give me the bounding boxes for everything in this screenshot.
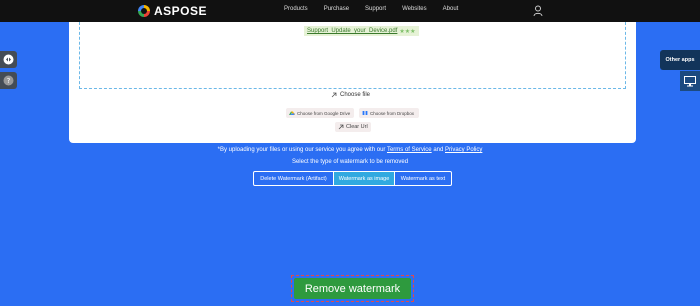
link-icon [331, 92, 337, 98]
option-watermark-image[interactable]: Watermark as image [334, 172, 395, 185]
side-toggle-button[interactable] [0, 51, 17, 68]
dropbox-button[interactable]: Choose from Dropbox [359, 108, 419, 118]
google-drive-icon [289, 111, 295, 115]
dropbox-label: Choose from Dropbox [370, 110, 415, 116]
user-icon[interactable] [533, 5, 543, 17]
help-button[interactable]: ? [0, 72, 17, 89]
uploaded-file-name[interactable]: Support_Update_your_Device.pdf [307, 28, 397, 34]
choose-file-label: Choose file [340, 92, 371, 98]
nav-about[interactable]: About [443, 6, 459, 12]
monitor-icon [684, 75, 696, 86]
option-delete-artifact[interactable]: Delete Watermark (Artifact) [254, 172, 334, 185]
nav-purchase[interactable]: Purchase [324, 6, 349, 12]
terms-and: and [433, 147, 444, 153]
main-nav: Products Purchase Support Websites About [284, 6, 474, 12]
option-watermark-text[interactable]: Watermark as text [395, 172, 451, 185]
dropbox-icon [362, 110, 368, 115]
link-icon [338, 124, 344, 130]
upload-card: Support_Update_your_Device.pdf ★★★ Choos… [69, 22, 636, 143]
privacy-policy-link[interactable]: Privacy Policy [445, 147, 482, 153]
nav-products[interactable]: Products [284, 6, 308, 12]
remove-watermark-button[interactable]: Remove watermark [294, 278, 411, 299]
aspose-logo-icon [138, 5, 150, 17]
top-navigation-bar: ASPOSE Products Purchase Support Website… [0, 0, 700, 22]
nav-websites[interactable]: Websites [402, 6, 427, 12]
terms-of-service-link[interactable]: Terms of Service [387, 147, 432, 153]
google-drive-button[interactable]: Choose from Google Drive [286, 108, 354, 118]
google-drive-label: Choose from Google Drive [297, 110, 351, 116]
other-apps-button[interactable]: Other apps [660, 50, 700, 70]
arrows-icon [3, 54, 14, 65]
choose-file-button[interactable]: Choose file [331, 92, 370, 98]
file-rating: ★★★ [399, 28, 416, 35]
nav-support[interactable]: Support [365, 6, 386, 12]
aspose-logo[interactable]: ASPOSE [138, 4, 207, 18]
watermark-type-selector: Delete Watermark (Artifact) Watermark as… [253, 171, 452, 186]
logo-text: ASPOSE [154, 4, 208, 18]
watermark-type-label: Select the type of watermark to be remov… [291, 159, 409, 165]
monitor-button[interactable] [680, 71, 700, 91]
clear-url-button[interactable]: Clear Url [335, 122, 371, 132]
svg-text:?: ? [7, 77, 11, 85]
remove-button-frame: Remove watermark [291, 275, 414, 302]
uploaded-file-chip: Support_Update_your_Device.pdf ★★★ [304, 26, 419, 36]
terms-notice: *By uploading your files or using our se… [0, 147, 700, 153]
question-icon: ? [3, 75, 14, 86]
file-dropzone[interactable]: Support_Update_your_Device.pdf ★★★ [79, 22, 626, 89]
clear-url-label: Clear Url [346, 124, 368, 130]
terms-prefix: *By uploading your files or using our se… [217, 147, 386, 153]
